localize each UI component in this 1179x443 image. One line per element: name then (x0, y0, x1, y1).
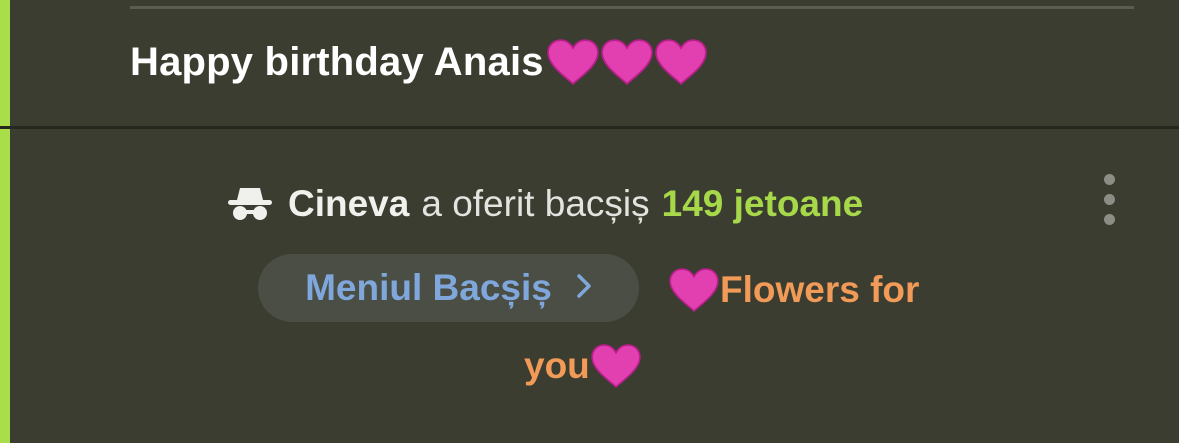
tip-user-name: Cineva (288, 183, 410, 224)
chevron-right-icon (576, 267, 592, 309)
tip-menu-button[interactable]: Meniul Bacșiș (258, 254, 639, 322)
tip-verb: a oferit bacșiș (421, 183, 650, 224)
tip-amount: 149 jetoane (661, 183, 864, 224)
heart-icon (654, 39, 708, 85)
chat-message-text: Happy birthday Anais (130, 39, 544, 84)
tip-item-text-line1: Flowers for (720, 269, 920, 310)
divider (130, 6, 1134, 9)
tip-menu-label: Meniul Bacșiș (305, 267, 552, 308)
tip-item-text-line2: you (524, 345, 590, 386)
tip-item-continued: you (524, 338, 642, 394)
heart-emojis (546, 39, 708, 85)
tip-item: Flowers for (668, 262, 919, 318)
tip-notification: Cineva a oferit bacșiș 149 jetoane (226, 176, 863, 232)
anonymous-incognito-icon (226, 184, 274, 224)
more-vertical-icon (1104, 174, 1115, 185)
heart-icon (590, 344, 642, 388)
message-divider (0, 126, 1179, 129)
heart-icon (668, 268, 720, 312)
message-accent-bar (0, 0, 10, 443)
chat-message: Happy birthday Anais (130, 34, 708, 90)
heart-icon (546, 39, 600, 85)
more-options-button[interactable] (1098, 172, 1122, 228)
heart-icon (600, 39, 654, 85)
